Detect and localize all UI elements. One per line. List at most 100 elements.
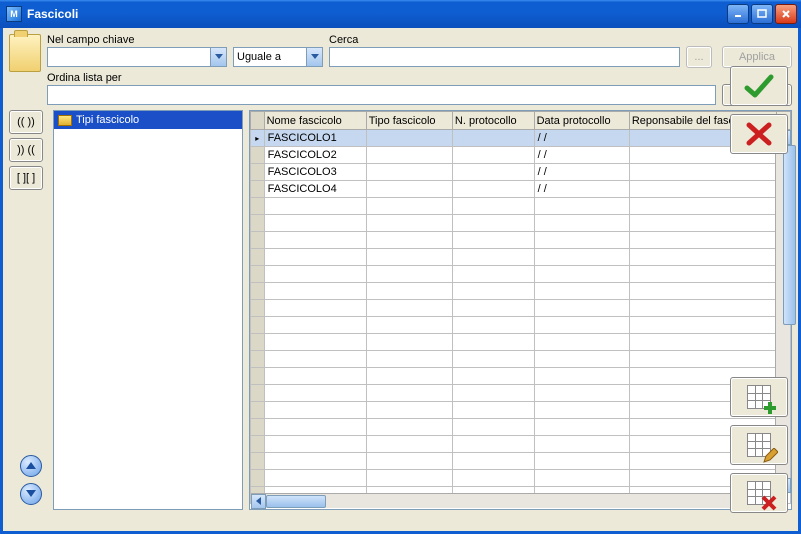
vscroll-thumb[interactable]	[783, 145, 796, 325]
table-row-empty	[251, 402, 791, 419]
key-field-select[interactable]	[47, 47, 227, 67]
cell[interactable]: FASCICOLO1	[264, 130, 366, 147]
cell[interactable]	[629, 181, 776, 198]
dropdown-arrow-icon	[306, 48, 322, 66]
scroll-tree-down-button[interactable]	[20, 483, 42, 505]
table-row-empty	[251, 198, 791, 215]
cell-empty	[366, 232, 452, 249]
cell[interactable]	[629, 164, 776, 181]
delete-record-button[interactable]	[730, 473, 788, 513]
cell-empty	[534, 198, 629, 215]
grid-hscrollbar[interactable]	[251, 493, 775, 508]
cell[interactable]	[452, 147, 534, 164]
maximize-button[interactable]	[751, 4, 773, 24]
table-row-empty	[251, 232, 791, 249]
cancel-button[interactable]	[730, 114, 788, 154]
operator-select[interactable]: Uguale a	[233, 47, 323, 67]
row-indicator	[251, 164, 265, 181]
confirm-button[interactable]	[730, 66, 788, 106]
expand-all-button[interactable]: (( ))	[9, 110, 43, 134]
cell-empty	[452, 232, 534, 249]
cell[interactable]	[366, 130, 452, 147]
cell[interactable]	[366, 147, 452, 164]
chevron-down-icon	[26, 490, 36, 498]
cell-empty	[534, 317, 629, 334]
cell[interactable]	[452, 130, 534, 147]
pencil-icon	[762, 448, 778, 464]
apply-button[interactable]: Applica	[722, 46, 792, 68]
table-row[interactable]: ▸FASCICOLO1 / /	[251, 130, 791, 147]
collapse-all-button[interactable]: )) ((	[9, 138, 43, 162]
edit-record-button[interactable]	[730, 425, 788, 465]
cell-empty	[366, 215, 452, 232]
cell[interactable]: FASCICOLO4	[264, 181, 366, 198]
close-button[interactable]	[775, 4, 797, 24]
cell-empty	[366, 266, 452, 283]
table-row-empty	[251, 470, 791, 487]
col-nprot[interactable]: N. protocollo	[452, 112, 534, 130]
cell[interactable]: / /	[534, 130, 629, 147]
row-indicator	[251, 181, 265, 198]
table-row[interactable]: FASCICOLO2 / /	[251, 147, 791, 164]
new-record-button[interactable]	[730, 377, 788, 417]
cell-empty	[534, 283, 629, 300]
row-indicator	[251, 283, 265, 300]
col-dataprot[interactable]: Data protocollo	[534, 112, 629, 130]
hscroll-thumb[interactable]	[266, 495, 326, 508]
cell-empty	[534, 300, 629, 317]
table-row-empty	[251, 436, 791, 453]
cell-empty	[366, 334, 452, 351]
scroll-tree-up-button[interactable]	[20, 455, 42, 477]
cell-empty	[264, 334, 366, 351]
cell[interactable]	[366, 181, 452, 198]
row-indicator	[251, 385, 265, 402]
cell-empty	[534, 215, 629, 232]
table-row-empty	[251, 453, 791, 470]
cell-empty	[534, 368, 629, 385]
cell-empty	[452, 385, 534, 402]
cell-empty	[264, 300, 366, 317]
cell-empty	[629, 351, 776, 368]
row-indicator	[251, 198, 265, 215]
cell-empty	[366, 385, 452, 402]
hscroll-track[interactable]	[266, 495, 760, 508]
data-grid[interactable]: Nome fascicolo Tipo fascicolo N. protoco…	[249, 110, 792, 510]
cell[interactable]: / /	[534, 181, 629, 198]
table-row[interactable]: FASCICOLO3 / /	[251, 164, 791, 181]
operator-value: Uguale a	[234, 51, 306, 63]
cell-empty	[264, 317, 366, 334]
cell[interactable]: FASCICOLO2	[264, 147, 366, 164]
cell[interactable]	[452, 181, 534, 198]
cell[interactable]	[452, 164, 534, 181]
cell[interactable]: / /	[534, 164, 629, 181]
cell[interactable]: / /	[534, 147, 629, 164]
cell[interactable]: FASCICOLO3	[264, 164, 366, 181]
cell-empty	[534, 385, 629, 402]
tree-root-label: Tipi fascicolo	[76, 114, 139, 126]
type-tree[interactable]: Tipi fascicolo	[53, 110, 243, 510]
columns-button[interactable]: [ ][ ]	[9, 166, 43, 190]
cell[interactable]	[366, 164, 452, 181]
table-row[interactable]: FASCICOLO4/ /1	[251, 181, 791, 198]
cell-empty	[452, 453, 534, 470]
row-indicator: ▸	[251, 130, 265, 147]
browse-button[interactable]: ...	[686, 46, 712, 68]
minimize-button[interactable]	[727, 4, 749, 24]
order-by-input[interactable]	[47, 85, 716, 105]
scroll-left-button[interactable]	[251, 494, 266, 509]
cell-empty	[534, 470, 629, 487]
col-nome[interactable]: Nome fascicolo	[264, 112, 366, 130]
cell-empty	[629, 317, 776, 334]
label-order-by: Ordina lista per	[47, 72, 792, 84]
tree-root[interactable]: Tipi fascicolo	[54, 111, 242, 129]
cell-empty	[366, 453, 452, 470]
cell-empty	[534, 334, 629, 351]
row-indicator	[251, 266, 265, 283]
search-input[interactable]	[329, 47, 680, 67]
cell-empty	[629, 300, 776, 317]
table-row-empty	[251, 249, 791, 266]
row-indicator	[251, 317, 265, 334]
table-row-empty	[251, 368, 791, 385]
col-tipo[interactable]: Tipo fascicolo	[366, 112, 452, 130]
plus-icon	[763, 401, 777, 415]
